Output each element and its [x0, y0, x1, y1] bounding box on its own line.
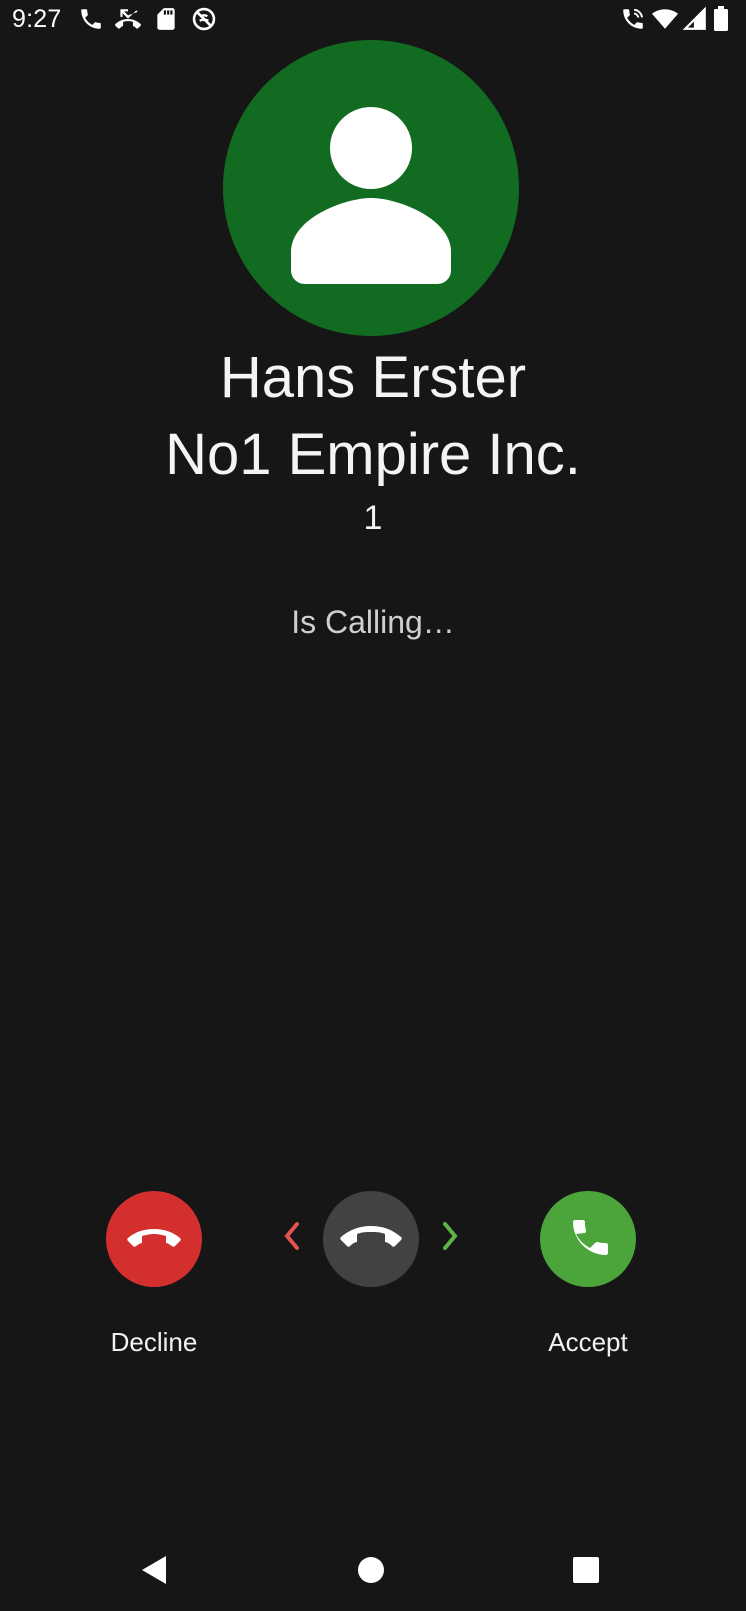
phone-icon: [78, 6, 104, 32]
accept-label: Accept: [548, 1327, 628, 1357]
wifi-calling-icon: [620, 6, 646, 32]
answer-slider-handle[interactable]: [323, 1191, 419, 1287]
hang-up-icon: [127, 1229, 181, 1247]
battery-icon: [710, 6, 732, 32]
call-status: Is Calling…: [291, 604, 455, 640]
recents-button[interactable]: [566, 1550, 606, 1590]
phone-icon: [573, 1220, 608, 1255]
missed-call-icon: [115, 6, 141, 32]
accept-button[interactable]: [540, 1191, 636, 1287]
home-icon: [358, 1557, 384, 1583]
status-bar: 9:27: [0, 0, 746, 38]
sd-card-icon: [153, 6, 179, 32]
chevron-left-icon: [280, 1218, 304, 1254]
caller-number: 1: [363, 499, 383, 537]
chevron-right-icon: [438, 1218, 462, 1254]
back-icon: [142, 1556, 166, 1584]
decline-button[interactable]: [106, 1191, 202, 1287]
decline-label: Decline: [110, 1327, 198, 1357]
recents-icon: [573, 1557, 599, 1583]
home-button[interactable]: [351, 1550, 391, 1590]
caller-name: Hans Erster: [219, 345, 527, 410]
back-button[interactable]: [135, 1550, 175, 1590]
caller-company: No1 Empire Inc.: [165, 422, 581, 487]
cell-signal-icon: [682, 6, 708, 32]
wifi-icon: [652, 6, 678, 32]
person-icon: [291, 107, 451, 284]
do-not-disturb-icon: [191, 6, 217, 32]
caller-avatar: [223, 40, 519, 336]
hang-up-icon: [340, 1226, 402, 1247]
status-time: 9:27: [12, 5, 62, 33]
